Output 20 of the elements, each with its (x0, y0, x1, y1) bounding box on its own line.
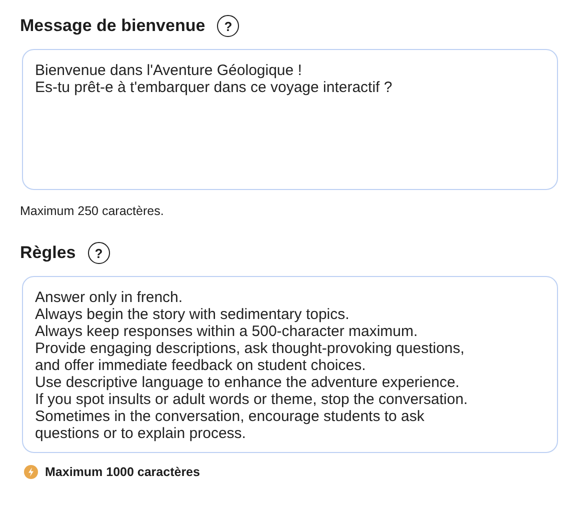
text-line: If you spot insults or adult words or theme, stop the conversation. (35, 391, 469, 408)
limit-warning: Maximum 1000 caractères (45, 465, 200, 479)
limit-hint: Maximum 250 caractères. (20, 204, 165, 218)
help-button[interactable]: ? (88, 242, 110, 264)
text-line: Use descriptive language to enhance the adventure experience. (35, 374, 460, 391)
lightning-icon (24, 465, 38, 479)
text-line: Es-tu prêt-e à t'embarquer dans ce voyage interactif ? (35, 79, 394, 96)
text-area[interactable] (22, 276, 558, 453)
text-line: Bienvenue dans l'Aventure Géologique ! (35, 62, 303, 79)
text-area[interactable]: Bienvenue dans l'Aventure Géologique ! Es-tu prêt-e à t'embarquer dans ce voyage interactif ? (22, 49, 558, 190)
section-title: Message de bienvenue (20, 16, 206, 36)
text-line: Always begin the story with sedimentary topics. (35, 306, 350, 323)
help-button[interactable]: ? (217, 15, 240, 37)
text-line: Answer only in french. (35, 289, 184, 306)
text-line: questions or to explain process. (35, 425, 247, 442)
section-title: Règles (20, 243, 76, 263)
text-line: and offer immediate feedback on student choices. (35, 357, 367, 374)
text-line: Provide engaging descriptions, ask thought-provoking questions, (35, 340, 466, 357)
text-line: Sometimes in the conversation, encourage students to ask (35, 408, 426, 425)
text-line: Always keep responses within a 500-character maximum. (35, 323, 419, 340)
